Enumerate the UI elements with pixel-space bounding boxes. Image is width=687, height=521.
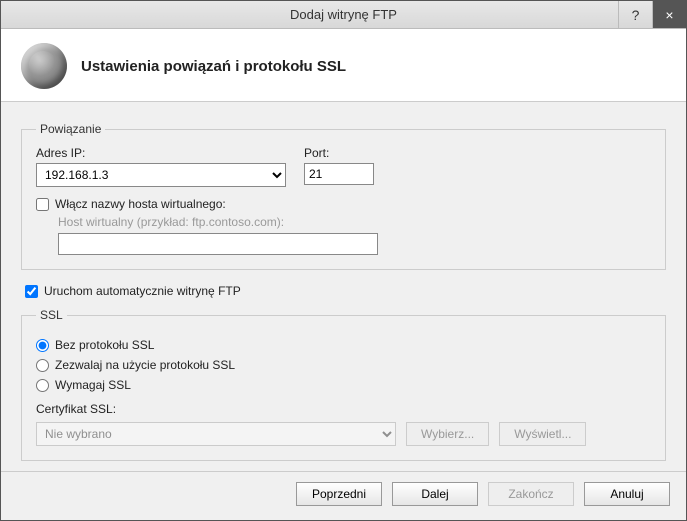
vhost-field-label: Host wirtualny (przykład: ftp.contoso.co… bbox=[58, 215, 651, 229]
ip-label: Adres IP: bbox=[36, 146, 286, 160]
cancel-button[interactable]: Anuluj bbox=[584, 482, 670, 506]
wizard-body: Powiązanie Adres IP: 192.168.1.3 Port: W… bbox=[1, 102, 686, 471]
port-input[interactable] bbox=[304, 163, 374, 185]
ip-select[interactable]: 192.168.1.3 bbox=[36, 163, 286, 187]
vhost-checkbox[interactable] bbox=[36, 198, 49, 211]
page-title: Ustawienia powiązań i protokołu SSL bbox=[81, 58, 346, 75]
vhost-input bbox=[58, 233, 378, 255]
binding-legend: Powiązanie bbox=[36, 122, 105, 136]
ssl-group: SSL Bez protokołu SSL Zezwalaj na użycie… bbox=[21, 308, 666, 461]
prev-button[interactable]: Poprzedni bbox=[296, 482, 382, 506]
cert-label: Certyfikat SSL: bbox=[36, 402, 651, 416]
globe-icon bbox=[21, 43, 67, 89]
port-label: Port: bbox=[304, 146, 374, 160]
cert-select-button: Wybierz... bbox=[406, 422, 489, 446]
close-button[interactable]: × bbox=[652, 1, 686, 28]
vhost-checkbox-label: Włącz nazwy hosta wirtualnego: bbox=[55, 197, 226, 211]
titlebar-controls: ? × bbox=[618, 1, 686, 28]
binding-group: Powiązanie Adres IP: 192.168.1.3 Port: W… bbox=[21, 122, 666, 270]
autostart-label: Uruchom automatycznie witrynę FTP bbox=[44, 284, 241, 298]
help-button[interactable]: ? bbox=[618, 1, 652, 28]
wizard-header: Ustawienia powiązań i protokołu SSL bbox=[1, 29, 686, 102]
window-title: Dodaj witrynę FTP bbox=[290, 7, 397, 22]
ssl-allow-label: Zezwalaj na użycie protokołu SSL bbox=[55, 358, 235, 372]
ssl-require-label: Wymagaj SSL bbox=[55, 378, 131, 392]
ssl-radio-none[interactable] bbox=[36, 339, 49, 352]
dialog-window: Dodaj witrynę FTP ? × Ustawienia powiąza… bbox=[0, 0, 687, 521]
titlebar: Dodaj witrynę FTP ? × bbox=[1, 1, 686, 29]
ssl-radio-allow[interactable] bbox=[36, 359, 49, 372]
cert-view-button: Wyświetl... bbox=[499, 422, 586, 446]
next-button[interactable]: Dalej bbox=[392, 482, 478, 506]
wizard-footer: Poprzedni Dalej Zakończ Anuluj bbox=[1, 471, 686, 520]
autostart-checkbox[interactable] bbox=[25, 285, 38, 298]
ssl-radio-require[interactable] bbox=[36, 379, 49, 392]
cert-select: Nie wybrano bbox=[36, 422, 396, 446]
finish-button: Zakończ bbox=[488, 482, 574, 506]
ssl-none-label: Bez protokołu SSL bbox=[55, 338, 154, 352]
ssl-legend: SSL bbox=[36, 308, 67, 322]
